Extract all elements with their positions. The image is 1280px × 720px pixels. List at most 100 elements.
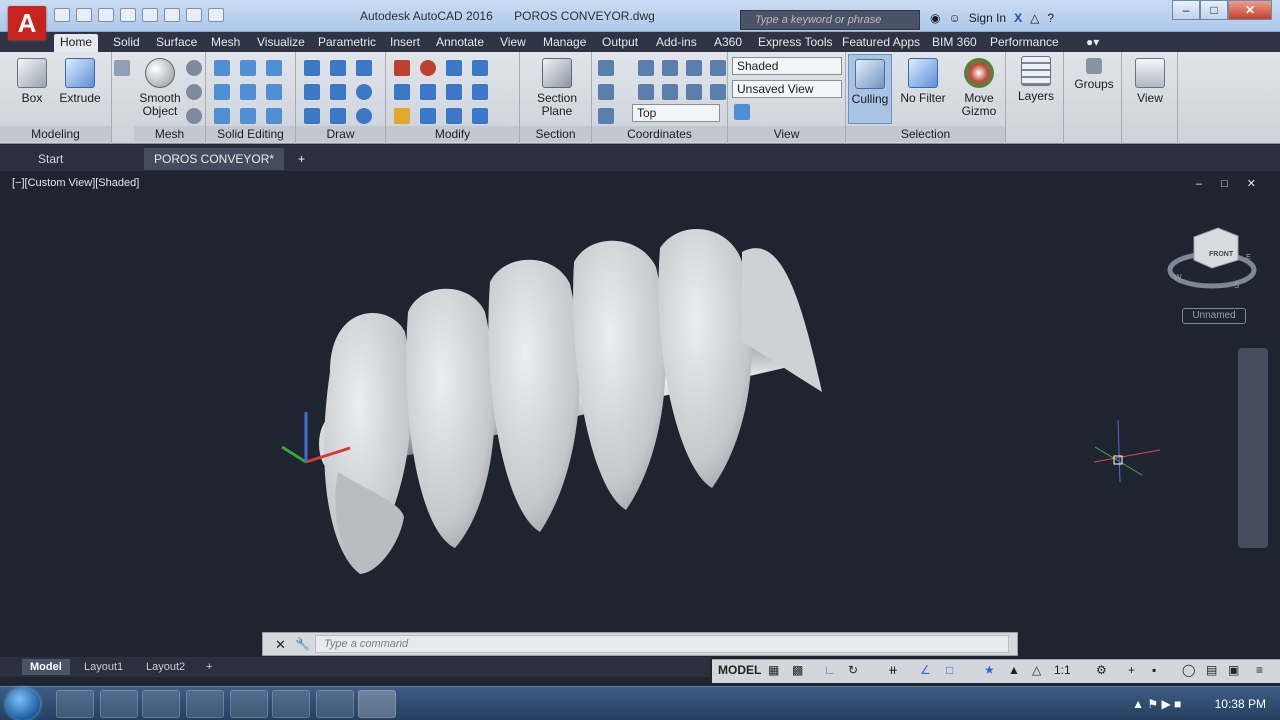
taskbar-ie-icon[interactable] [56, 690, 94, 718]
ucs-z-icon[interactable] [710, 60, 726, 76]
print-icon[interactable] [142, 8, 158, 22]
close-button[interactable]: ✕ [1228, 0, 1272, 20]
presspull-icon[interactable] [114, 60, 130, 76]
panel-title-solid-editing[interactable]: Solid Editing [206, 126, 295, 142]
layers-button[interactable]: Layers [1012, 56, 1060, 103]
array-icon[interactable] [446, 108, 462, 124]
minimize-button[interactable]: – [1172, 0, 1200, 20]
tab-add-ins[interactable]: Add-ins [650, 34, 703, 52]
interfere-icon[interactable] [240, 84, 256, 100]
polygon-icon[interactable] [304, 108, 320, 124]
tab-start[interactable]: Start [28, 148, 73, 170]
erase-icon[interactable] [472, 108, 488, 124]
ortho-icon[interactable]: ∟ [824, 663, 836, 677]
save-icon[interactable] [98, 8, 114, 22]
extrude-button[interactable]: Extrude [56, 58, 104, 105]
ucs-world-icon[interactable] [638, 60, 654, 76]
taskbar-globe-icon[interactable] [230, 690, 268, 718]
mesh-smooth-less-icon[interactable] [186, 108, 202, 124]
rotate-icon[interactable] [420, 60, 436, 76]
start-button[interactable] [6, 688, 40, 720]
dynamic-ucs-icon[interactable]: ★ [984, 663, 995, 677]
fillet-icon[interactable] [394, 108, 410, 124]
object-snap-tracking-icon[interactable]: ∠ [920, 663, 931, 677]
ribbon-options-icon[interactable]: ●▾ [1080, 34, 1105, 52]
tab-bim-360[interactable]: BIM 360 [926, 34, 983, 52]
tab-poros-conveyor[interactable]: POROS CONVEYOR* [144, 148, 285, 170]
tab-express-tools[interactable]: Express Tools [752, 34, 838, 52]
ucs-origin-icon[interactable] [598, 84, 614, 100]
line-icon[interactable] [304, 60, 320, 76]
mesh-sphere-icon[interactable] [186, 60, 202, 76]
spline-icon[interactable] [304, 84, 320, 100]
annotation-visibility-icon[interactable]: ▲ [1008, 663, 1020, 677]
layout-tab-layout1[interactable]: Layout1 [76, 659, 131, 675]
trim-icon[interactable] [472, 60, 488, 76]
customize-icon[interactable]: 🔧 [295, 637, 310, 651]
taskbar-explorer-icon[interactable] [100, 690, 138, 718]
polyline-icon[interactable] [330, 60, 346, 76]
visual-style-dropdown[interactable]: Shaded [732, 57, 842, 75]
add-icon[interactable]: + [1128, 663, 1135, 677]
circle-icon[interactable] [356, 84, 372, 100]
mirror-icon[interactable] [420, 84, 436, 100]
grid-icon[interactable]: ▦ [768, 663, 779, 677]
maximize-button[interactable]: □ [1200, 0, 1228, 20]
arc-icon[interactable] [356, 60, 372, 76]
panel-title-section[interactable]: Section [520, 126, 591, 142]
customize-qat-icon[interactable] [208, 8, 224, 22]
isodraft-icon[interactable]: ⧺ [888, 663, 898, 677]
command-input[interactable]: Type a command [315, 635, 1009, 653]
offset-icon[interactable] [420, 108, 436, 124]
layout-tab-model[interactable]: Model [22, 659, 70, 675]
no-filter-button[interactable]: No Filter [898, 58, 948, 105]
saved-view-dropdown[interactable]: Unsaved View [732, 80, 842, 98]
tab-annotate[interactable]: Annotate [430, 34, 490, 52]
sign-in-link[interactable]: Sign In [969, 11, 1006, 25]
union-icon[interactable] [214, 60, 230, 76]
tab-output[interactable]: Output [596, 34, 644, 52]
tab-visualize[interactable]: Visualize [251, 34, 311, 52]
tab-a360[interactable]: A360 [708, 34, 748, 52]
autoscale-icon[interactable]: △ [1032, 663, 1041, 677]
copy-icon[interactable] [394, 84, 410, 100]
panel-title-selection[interactable]: Selection [846, 126, 1005, 142]
open-file-icon[interactable] [76, 8, 92, 22]
separate-icon[interactable] [266, 108, 282, 124]
ucs-icon[interactable] [598, 60, 614, 76]
clock[interactable]: 10:38 PM [1215, 697, 1266, 711]
tab-parametric[interactable]: Parametric [312, 34, 382, 52]
panel-title-modeling[interactable]: Modeling [0, 126, 111, 142]
close-command-line-icon[interactable]: ✕ [275, 637, 286, 653]
model-space-button[interactable]: MODEL [718, 663, 761, 677]
panel-title-coordinates[interactable]: Coordinates [592, 126, 727, 142]
tab-home[interactable]: Home [54, 34, 99, 52]
view-button[interactable]: View [1126, 58, 1174, 105]
thicken-icon[interactable] [240, 108, 256, 124]
ucs-x-icon[interactable] [662, 60, 678, 76]
undo-icon[interactable] [164, 8, 180, 22]
application-menu-button[interactable]: A [8, 6, 46, 40]
groups-button[interactable]: Groups [1070, 58, 1118, 91]
smooth-object-button[interactable]: Smooth Object [136, 58, 184, 118]
fillet-edge-icon[interactable] [266, 84, 282, 100]
search-input[interactable]: Type a keyword or phrase [740, 10, 920, 30]
object-snap-icon[interactable]: □ [946, 663, 953, 677]
move-gizmo-button[interactable]: Move Gizmo [954, 58, 1004, 118]
tab-mesh[interactable]: Mesh [205, 34, 246, 52]
taskbar-opera-icon[interactable] [272, 690, 310, 718]
scale-icon[interactable] [472, 84, 488, 100]
help-icon[interactable]: ? [1047, 11, 1054, 25]
add-layout-button[interactable]: + [198, 659, 220, 675]
fullscreen-icon[interactable]: ▣ [1228, 663, 1239, 677]
redo-icon[interactable] [186, 8, 202, 22]
tab-view[interactable]: View [494, 34, 532, 52]
ucs-dropdown[interactable]: Top [632, 104, 720, 122]
tab-featured-apps[interactable]: Featured Apps [836, 34, 926, 52]
move-icon[interactable] [394, 60, 410, 76]
annotation-scale[interactable]: 1:1 [1054, 663, 1071, 677]
polar-icon[interactable]: ↻ [848, 663, 858, 677]
save-as-icon[interactable] [120, 8, 136, 22]
mesh-smooth-more-icon[interactable] [186, 84, 202, 100]
tray-icons[interactable]: ▲ ⚑ ▶ ■ [1132, 697, 1181, 711]
